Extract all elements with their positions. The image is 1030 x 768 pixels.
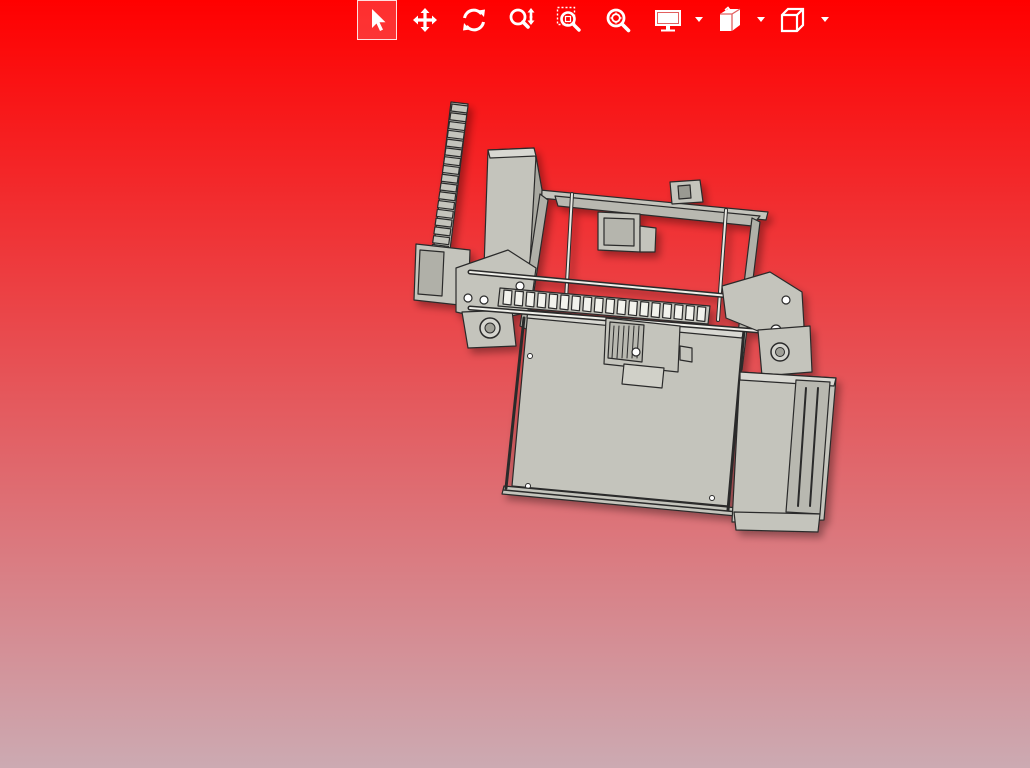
stepper-motor-back-face — [603, 217, 635, 247]
rod-left-1-hl — [565, 193, 573, 301]
chain-link-h — [513, 290, 525, 307]
move-arrows-icon — [413, 8, 437, 32]
chain-link-v — [444, 147, 463, 158]
chain-link-v — [436, 199, 456, 211]
cursor-arrow-icon — [372, 9, 386, 31]
zoom-window-icon — [556, 6, 581, 32]
chain-link-v — [443, 156, 462, 167]
view-cube-icon — [780, 7, 805, 33]
monitor-icon — [655, 10, 681, 32]
extruder-screw — [631, 347, 641, 357]
chevron-down-icon — [695, 17, 703, 22]
zoom-fit-button[interactable] — [598, 0, 638, 40]
chain-link-h — [639, 301, 650, 318]
zoom-fit-icon — [606, 8, 631, 33]
chain-link-v — [439, 182, 458, 193]
chevron-down-icon — [757, 17, 765, 22]
chain-link-h — [570, 295, 582, 312]
motor-back-bracket — [639, 225, 657, 253]
chain-link-v — [433, 226, 452, 237]
bracket-hole — [515, 281, 525, 291]
bracket-hole — [463, 293, 473, 303]
chain-link-h — [559, 294, 570, 311]
endstop-switch — [677, 184, 692, 200]
extruder-fan — [621, 363, 665, 389]
section-view-dropdown-caret[interactable] — [754, 0, 768, 40]
left-motor-face — [417, 249, 445, 297]
chain-link-h — [627, 300, 639, 317]
chain-link-h — [582, 296, 593, 313]
zoom-window-button[interactable] — [550, 0, 590, 40]
left-pulley-hub — [484, 322, 496, 334]
chevron-down-icon — [821, 17, 829, 22]
cad-model-assembly[interactable] — [0, 0, 1030, 768]
chain-link-h — [696, 305, 707, 323]
chain-link-h — [547, 293, 559, 310]
right-pulley-hub — [775, 347, 785, 357]
chain-link-v — [438, 191, 457, 202]
extruder-sensor — [679, 345, 693, 363]
chain-link-v — [447, 120, 467, 132]
chain-link-v — [435, 208, 454, 219]
chain-link-v — [440, 173, 459, 184]
display-mode-dropdown-caret[interactable] — [692, 0, 706, 40]
chain-link-v — [441, 164, 461, 176]
zoom-tool-button[interactable] — [502, 0, 542, 40]
chain-link-v — [446, 129, 465, 140]
pan-tool-button[interactable] — [405, 0, 445, 40]
chain-link-h — [536, 292, 547, 309]
chain-link-h — [650, 302, 661, 319]
standard-views-dropdown-caret[interactable] — [818, 0, 832, 40]
rotate-tool-button[interactable] — [454, 0, 494, 40]
electronics-box-base — [733, 511, 821, 533]
chain-link-h — [502, 289, 513, 306]
chain-link-h — [525, 291, 536, 308]
standard-views-button[interactable] — [772, 0, 812, 40]
chain-link-v — [432, 235, 451, 246]
left-column-top — [487, 147, 537, 159]
3d-viewport[interactable] — [0, 0, 1030, 768]
chain-link-h — [604, 298, 616, 315]
select-tool-button[interactable] — [357, 0, 397, 40]
bracket-hole — [781, 295, 791, 305]
chain-link-v — [445, 138, 464, 149]
chain-link-h — [593, 297, 604, 314]
zoom-vertical-icon — [509, 8, 535, 29]
chain-link-v — [449, 112, 468, 123]
chain-link-h — [673, 303, 684, 321]
chain-link-h — [684, 304, 696, 322]
viewer-toolbar — [356, 0, 836, 40]
bed-screw — [709, 495, 715, 501]
chain-link-h — [661, 302, 673, 320]
bed-screw — [527, 353, 533, 359]
rotate-icon — [463, 8, 485, 32]
bracket-hole — [479, 295, 489, 305]
section-cube-icon — [720, 6, 741, 31]
section-view-button[interactable] — [710, 0, 750, 40]
display-mode-button[interactable] — [648, 0, 688, 40]
chain-link-v — [434, 217, 453, 228]
chain-link-v — [450, 103, 469, 114]
chain-link-h — [616, 299, 627, 316]
